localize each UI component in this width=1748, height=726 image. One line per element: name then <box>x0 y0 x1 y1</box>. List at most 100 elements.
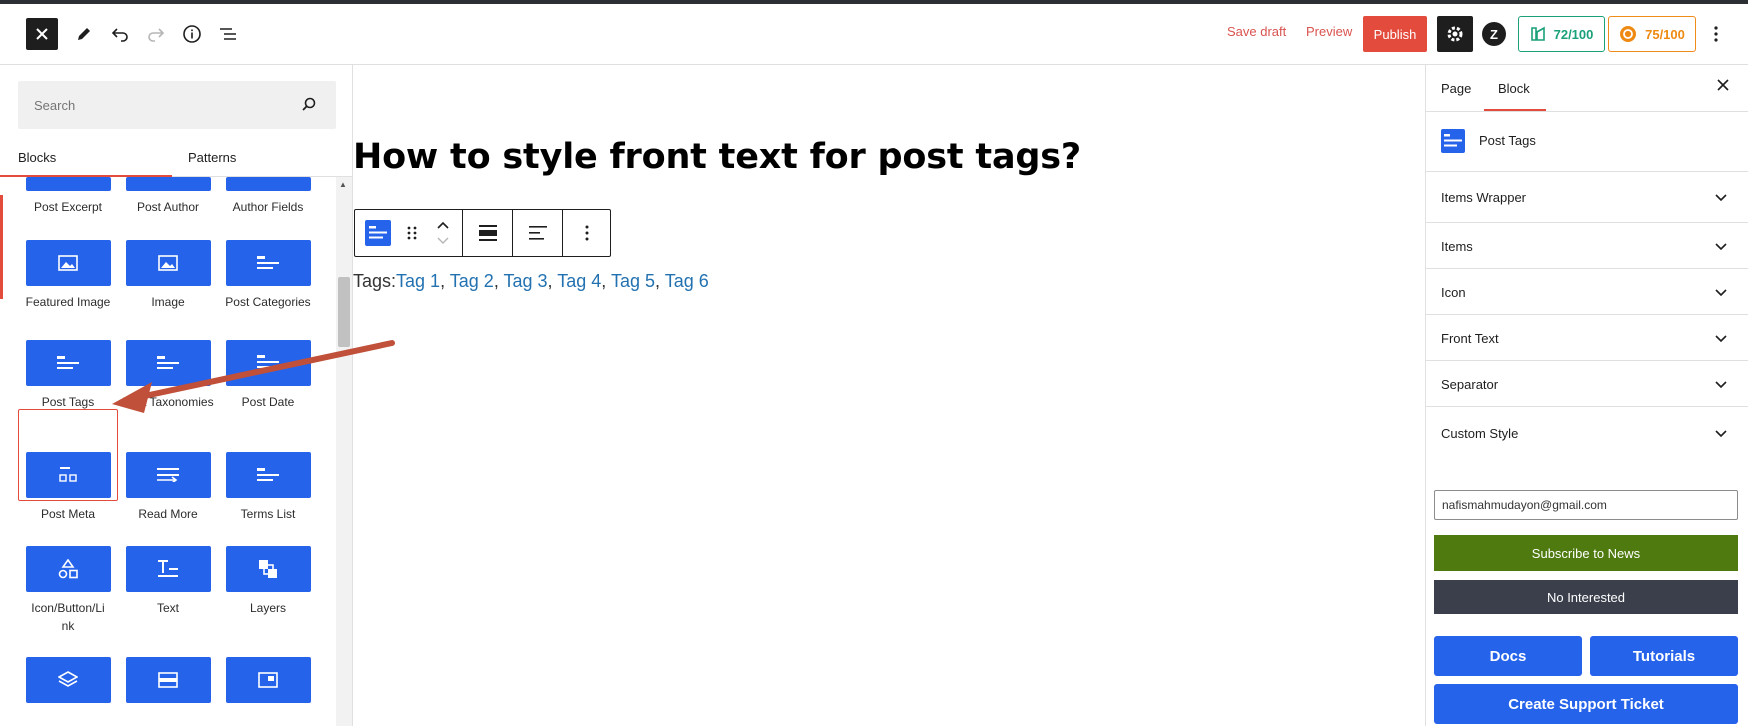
block-item[interactable]: Icon/Button/Link <box>18 546 118 635</box>
close-inserter-button[interactable] <box>26 18 58 50</box>
search-icon[interactable] <box>300 96 318 114</box>
publish-button[interactable]: Publish <box>1363 16 1427 52</box>
tag-separator: , <box>440 271 450 291</box>
edit-tool-button[interactable] <box>68 18 100 50</box>
settings-button[interactable] <box>1437 16 1473 52</box>
tag-separator: , <box>547 271 558 291</box>
tab-patterns[interactable]: Patterns <box>188 137 236 177</box>
align-wide-button[interactable] <box>463 210 513 256</box>
panel-items[interactable]: Items <box>1426 223 1748 269</box>
options-button[interactable] <box>1704 18 1728 50</box>
panel-icon[interactable]: Icon <box>1426 269 1748 315</box>
text-align-button[interactable] <box>513 210 563 256</box>
block-item[interactable] <box>218 657 318 703</box>
tab-block[interactable]: Block <box>1498 65 1530 112</box>
tag-link[interactable]: Tag 1 <box>396 271 440 291</box>
not-interested-button[interactable]: No Interested <box>1434 580 1738 614</box>
panel-separator[interactable]: Separator <box>1426 361 1748 407</box>
block-item[interactable]: Author Fields <box>218 177 318 216</box>
list-view-button[interactable] <box>212 18 244 50</box>
panel-custom-style[interactable]: Custom Style <box>1426 407 1748 457</box>
sidebar-tabs: Page Block <box>1426 65 1748 112</box>
undo-icon <box>111 28 128 42</box>
subscribe-button[interactable]: Subscribe to News <box>1434 535 1738 571</box>
inserter-tabs: Blocks Patterns <box>0 137 352 177</box>
block-item-post-tags[interactable]: Post Tags <box>18 340 118 411</box>
post-excerpt-icon <box>25 177 111 191</box>
more-vertical-icon <box>585 225 588 241</box>
icon-button-link-icon <box>25 546 111 592</box>
block-label: Terms List <box>240 507 296 521</box>
panel-label: Items Wrapper <box>1441 190 1527 205</box>
tag-link[interactable]: Tag 6 <box>665 271 709 291</box>
undo-button[interactable] <box>104 18 136 50</box>
layers-icon <box>225 546 311 592</box>
post-tags-block[interactable]: Tags:Tag 1, Tag 2, Tag 3, Tag 4, Tag 5, … <box>353 271 709 292</box>
block-item[interactable]: Layers <box>218 546 318 617</box>
inserter-scrollbar[interactable] <box>336 177 352 726</box>
block-item[interactable] <box>18 657 118 703</box>
close-sidebar-button[interactable] <box>1717 78 1729 96</box>
block-item[interactable]: Text <box>118 546 218 617</box>
section-icon <box>125 657 211 703</box>
panel-label: Custom Style <box>1441 426 1519 441</box>
block-label: Text <box>156 601 179 615</box>
tags-front-text: Tags: <box>353 271 397 291</box>
panel-label: Separator <box>1441 377 1499 392</box>
block-item[interactable]: Image <box>118 240 218 311</box>
chevron-down-icon <box>1715 430 1727 438</box>
block-item[interactable] <box>118 657 218 703</box>
close-icon <box>36 28 48 40</box>
block-label: Layers <box>249 601 287 615</box>
z-plugin-icon[interactable]: Z <box>1482 22 1506 46</box>
move-buttons[interactable] <box>423 210 463 256</box>
panel-items-wrapper[interactable]: Items Wrapper <box>1426 172 1748 223</box>
block-item[interactable]: Read More <box>118 452 218 523</box>
block-item[interactable]: Post Excerpt <box>18 177 118 216</box>
block-options-button[interactable] <box>563 210 610 256</box>
search-input[interactable]: Search <box>18 81 336 129</box>
block-item[interactable]: Post Date <box>218 340 318 411</box>
chevron-down-icon <box>1715 381 1727 389</box>
panel-label: Items <box>1441 239 1473 254</box>
tab-page[interactable]: Page <box>1441 65 1471 112</box>
block-label: Image <box>151 295 185 309</box>
docs-button[interactable]: Docs <box>1434 636 1582 676</box>
chevron-down-icon <box>1715 289 1727 297</box>
post-title[interactable]: How to style front text for post tags? <box>353 137 1081 177</box>
tag-link[interactable]: Tag 4 <box>557 271 601 291</box>
editor-header: Save draft Preview Publish Z 72/100 75/1… <box>0 4 1748 65</box>
tag-link[interactable]: Tag 3 <box>504 271 548 291</box>
seo-score: 72/100 <box>1553 26 1594 42</box>
readability-score-button[interactable]: 75/100 <box>1608 16 1696 52</box>
preview-button[interactable]: Preview <box>1306 24 1352 39</box>
block-item[interactable]: Post Author <box>118 177 218 216</box>
block-item[interactable]: Featured Image <box>18 240 118 311</box>
block-item[interactable]: Post Taxonomies <box>118 340 218 411</box>
scroll-up-arrow-icon[interactable]: ▲ <box>339 180 347 189</box>
tag-link[interactable]: Tag 5 <box>611 271 655 291</box>
tutorials-button[interactable]: Tutorials <box>1590 636 1738 676</box>
panel-front-text[interactable]: Front Text <box>1426 315 1748 361</box>
seo-score-button[interactable]: 72/100 <box>1518 16 1605 52</box>
save-draft-button[interactable]: Save draft <box>1227 24 1286 39</box>
drag-handle-icon <box>407 226 417 240</box>
drag-handle[interactable] <box>401 210 423 256</box>
block-label: Post Categories <box>225 295 311 309</box>
details-button[interactable] <box>176 18 208 50</box>
email-field[interactable]: nafismahmudayon@gmail.com <box>1434 490 1738 520</box>
block-title: Post Tags <box>1479 133 1536 148</box>
create-support-ticket-button[interactable]: Create Support Ticket <box>1434 684 1738 724</box>
chevron-up-down-icon <box>436 221 449 244</box>
chevron-down-icon <box>1715 335 1727 343</box>
post-tags-icon <box>365 220 391 246</box>
selected-block-highlight <box>18 409 118 501</box>
block-item[interactable]: Terms List <box>218 452 318 523</box>
scrollbar-thumb[interactable] <box>338 277 350 347</box>
tab-blocks[interactable]: Blocks <box>18 137 56 177</box>
tag-link[interactable]: Tag 2 <box>450 271 494 291</box>
block-item[interactable]: Post Categories <box>218 240 318 311</box>
redo-button[interactable] <box>140 18 172 50</box>
stack-icon <box>25 657 111 703</box>
block-type-button[interactable] <box>355 210 401 256</box>
